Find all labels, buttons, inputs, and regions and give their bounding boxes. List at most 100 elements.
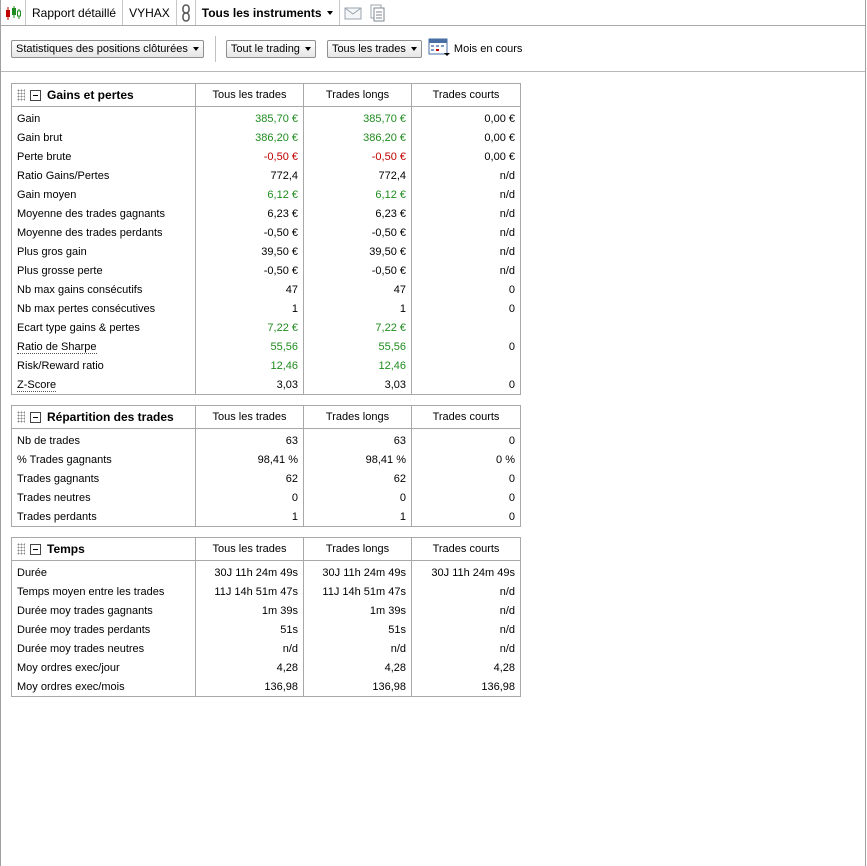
cell-value: 4,28 [411,658,521,677]
column-header-all: Tous les trades [195,83,304,107]
period-selector[interactable]: Mois en cours [428,37,522,60]
cell-value: 0 [411,488,521,507]
cell-value: n/d [411,582,521,601]
cell-value: 47 [195,280,304,299]
cell-value: 0 % [411,450,521,469]
section-header: Temps [11,537,196,561]
cell-value: 30J 11h 24m 49s [303,560,412,582]
cell-value: 0 [411,299,521,318]
section-title: Temps [47,542,85,556]
cell-value: 55,56 [195,337,304,356]
cell-value: 3,03 [195,375,304,395]
cell-value: 385,70 € [195,106,304,128]
account-label: VYHAX [129,5,170,20]
table-row: Trades gagnants 62 62 0 [12,469,521,488]
row-label: Gain brut [17,131,63,144]
cell-value: 39,50 € [195,242,304,261]
row-label: % Trades gagnants [17,453,112,466]
row-label: Nb max pertes consécutives [17,302,156,315]
cell-value: 47 [303,280,412,299]
drag-handle-icon[interactable] [17,411,25,423]
cell-value: 39,50 € [303,242,412,261]
cell-value: 62 [195,469,304,488]
cell-value: 30J 11h 24m 49s [195,560,304,582]
drag-handle-icon[interactable] [17,89,25,101]
cell-value: 11J 14h 51m 47s [303,582,412,601]
row-label: Moy ordres exec/mois [17,680,125,693]
cell-value: 0,00 € [411,128,521,147]
cell-value [411,356,521,375]
collapse-icon[interactable] [30,543,41,555]
z-score-label[interactable]: Z-Score [17,378,57,392]
cell-value: 62 [303,469,412,488]
row-label: Ratio Gains/Pertes [17,169,110,182]
table-row: Trades perdants 1 1 0 [12,507,521,527]
cell-value: 136,98 [411,677,521,697]
table-row: Plus gros gain 39,50 € 39,50 € n/d [12,242,521,261]
table-header-row: Temps Tous les trades Trades longs Trade… [11,537,521,561]
cell-value [411,318,521,337]
table-row: Perte brute -0,50 € -0,50 € 0,00 € [12,147,521,166]
row-label-tooltip[interactable]: Ratio de Sharpe [12,337,196,356]
cell-value: 55,56 [303,337,412,356]
section-header: Gains et pertes [11,83,196,107]
table-row: Gain brut 386,20 € 386,20 € 0,00 € [12,128,521,147]
temps-table: Temps Tous les trades Trades longs Trade… [11,537,521,697]
table-row: Nb max gains consécutifs 47 47 0 [12,280,521,299]
cell-value: 1m 39s [195,601,304,620]
cell-value: 1 [195,299,304,318]
collapse-icon[interactable] [30,89,41,101]
column-header-long: Trades longs [303,537,412,561]
cell-value: n/d [411,223,521,242]
drag-handle-icon[interactable] [17,543,25,555]
row-label-tooltip[interactable]: Z-Score [12,375,196,395]
table-row: Plus grosse perte -0,50 € -0,50 € n/d [12,261,521,280]
cell-value: 0,00 € [411,106,521,128]
cell-value: 11J 14h 51m 47s [195,582,304,601]
cell-value: n/d [411,166,521,185]
trades-filter-dropdown[interactable]: Tous les trades [326,39,422,58]
row-label: Gain moyen [17,188,77,201]
cell-value: 63 [195,428,304,450]
chevron-down-icon [304,46,311,51]
tab-bar: Rapport détaillé VYHAX Tous les instrume… [1,0,865,26]
section-header: Répartition des trades [11,405,196,429]
tab-detailed-report[interactable]: Rapport détaillé [26,0,124,25]
cell-value: 6,23 € [195,204,304,223]
table-row: Trades neutres 0 0 0 [12,488,521,507]
instruments-dropdown[interactable]: Tous les instruments [196,0,340,25]
document-icon[interactable] [366,0,390,25]
stats-content: Gains et pertes Tous les trades Trades l… [11,83,521,707]
cell-value: n/d [411,261,521,280]
row-label: Plus gros gain [17,245,87,258]
cell-value: 4,28 [303,658,412,677]
collapse-icon[interactable] [30,411,41,423]
stats-type-dropdown[interactable]: Statistiques des positions clôturées [11,39,204,58]
sharpe-ratio-label[interactable]: Ratio de Sharpe [17,340,97,354]
cell-value: 6,23 € [303,204,412,223]
email-icon[interactable] [340,0,366,25]
column-header-short: Trades courts [411,537,521,561]
stats-type-dropdown-label: Statistiques des positions clôturées [16,42,188,55]
period-label: Mois en cours [453,42,523,55]
table-row: Gain 385,70 € 385,70 € 0,00 € [12,106,521,128]
tab-detailed-report-label: Rapport détaillé [32,5,117,20]
row-label: Trades gagnants [17,472,100,485]
cell-value: 0,00 € [411,147,521,166]
report-window: Rapport détaillé VYHAX Tous les instrume… [0,0,866,866]
link-chain-icon[interactable] [177,0,196,25]
table-row: Ratio Gains/Pertes 772,4 772,4 n/d [12,166,521,185]
chevron-down-icon [410,46,417,51]
table-row: Durée moy trades perdants 51s 51s n/d [12,620,521,639]
cell-value: 0 [195,488,304,507]
account-selector[interactable]: VYHAX [123,0,177,25]
table-row: Nb max pertes consécutives 1 1 0 [12,299,521,318]
row-label: Durée [17,566,47,579]
cell-value: 0 [303,488,412,507]
trading-scope-dropdown[interactable]: Tout le trading [225,39,316,58]
cell-value: 3,03 [303,375,412,395]
cell-value: n/d [303,639,412,658]
cell-value: n/d [411,204,521,223]
cell-value: 0 [411,375,521,395]
table-row: Moyenne des trades perdants -0,50 € -0,5… [12,223,521,242]
